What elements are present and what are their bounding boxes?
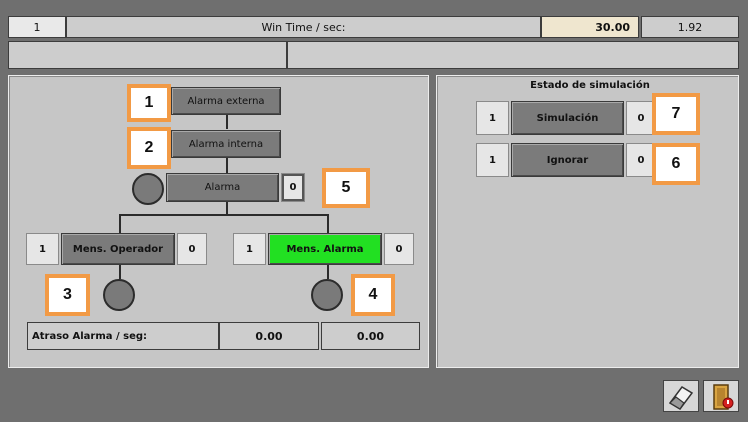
mens-alarma-lamp (311, 279, 343, 311)
annotation-badge-4-text: 4 (368, 286, 378, 303)
annotation-badge-6: 6 (652, 143, 700, 185)
connector-line (226, 158, 228, 174)
alarma-value: 0 (289, 182, 297, 193)
atraso-alarma-actual-field: 0.00 (321, 322, 420, 350)
win-time-label-field: Win Time / sec: (66, 16, 541, 38)
connector-line (119, 214, 329, 216)
simulacion-button[interactable]: Simulación (511, 101, 624, 135)
connector-line (226, 201, 228, 215)
mens-operador-lamp (103, 279, 135, 311)
alarma-value-box[interactable]: 0 (281, 173, 305, 202)
win-time-label: Win Time / sec: (261, 20, 346, 34)
atraso-alarma-label-field: Atraso Alarma / seg: (27, 322, 219, 350)
alarma-interna-button[interactable]: Alarma interna (171, 130, 281, 158)
annotation-badge-5: 5 (322, 168, 370, 208)
simulacion-left-text: 1 (489, 112, 496, 124)
annotation-badge-1-text: 1 (144, 94, 154, 111)
annotation-badge-4: 4 (351, 274, 395, 316)
win-time-input[interactable]: 30.00 (541, 16, 639, 38)
alarma-label: Alarma (204, 182, 241, 193)
annotation-badge-7-text: 7 (671, 105, 681, 122)
mens-alarma-button[interactable]: Mens. Alarma (268, 233, 382, 265)
alarma-externa-label: Alarma externa (187, 95, 265, 107)
ignorar-left-value[interactable]: 1 (476, 143, 509, 177)
alarma-interna-label: Alarma interna (188, 138, 264, 150)
connector-line (327, 214, 329, 233)
mens-alarma-left-text: 1 (246, 243, 253, 255)
atraso-alarma-label: Atraso Alarma / seg: (32, 330, 148, 342)
connector-line (226, 115, 228, 129)
exit-door-icon[interactable] (703, 380, 739, 412)
connector-line (119, 214, 121, 233)
status-field-right (287, 41, 739, 69)
simulacion-left-value[interactable]: 1 (476, 101, 509, 135)
elapsed-time-value: 1.92 (677, 20, 703, 34)
ignorar-left-text: 1 (489, 154, 496, 166)
annotation-badge-1: 1 (127, 84, 171, 122)
mens-operador-label: Mens. Operador (72, 243, 164, 255)
annotation-badge-5-text: 5 (341, 179, 351, 196)
status-field-left (8, 41, 287, 69)
annotation-badge-2: 2 (127, 127, 171, 169)
annotation-badge-3: 3 (45, 274, 90, 316)
top-left-text: 1 (33, 20, 41, 34)
mens-operador-right-text: 0 (188, 243, 196, 255)
atraso-alarma-value-field[interactable]: 0.00 (219, 322, 319, 350)
mens-operador-button[interactable]: Mens. Operador (61, 233, 175, 265)
win-time-value: 30.00 (595, 20, 630, 34)
mens-operador-left-value[interactable]: 1 (26, 233, 59, 265)
mens-alarma-label: Mens. Alarma (286, 243, 364, 255)
alarma-indicator-lamp (132, 173, 164, 205)
eraser-icon[interactable] (663, 380, 699, 412)
connector-line (119, 265, 121, 279)
annotation-badge-7: 7 (652, 93, 700, 135)
ignorar-label: Ignorar (546, 154, 589, 166)
atraso-alarma-actual: 0.00 (356, 329, 385, 343)
alarma-button[interactable]: Alarma (166, 173, 279, 202)
top-left-value: 1 (8, 16, 66, 38)
mens-alarma-left-value[interactable]: 1 (233, 233, 266, 265)
atraso-alarma-value: 0.00 (255, 329, 283, 343)
simulacion-right-text: 0 (637, 112, 645, 124)
annotation-badge-6-text: 6 (671, 155, 681, 172)
annotation-badge-2-text: 2 (144, 139, 154, 156)
mens-alarma-right-value[interactable]: 0 (384, 233, 414, 265)
connector-line (327, 265, 329, 279)
mens-operador-left-text: 1 (39, 243, 46, 255)
mens-alarma-right-text: 0 (395, 243, 403, 255)
annotation-badge-3-text: 3 (63, 286, 72, 303)
ignorar-right-text: 0 (637, 154, 645, 166)
simulacion-label: Simulación (536, 112, 599, 124)
ignorar-button[interactable]: Ignorar (511, 143, 624, 177)
elapsed-time-field: 1.92 (641, 16, 739, 38)
alarma-externa-button[interactable]: Alarma externa (171, 87, 281, 115)
mens-operador-right-value[interactable]: 0 (177, 233, 207, 265)
